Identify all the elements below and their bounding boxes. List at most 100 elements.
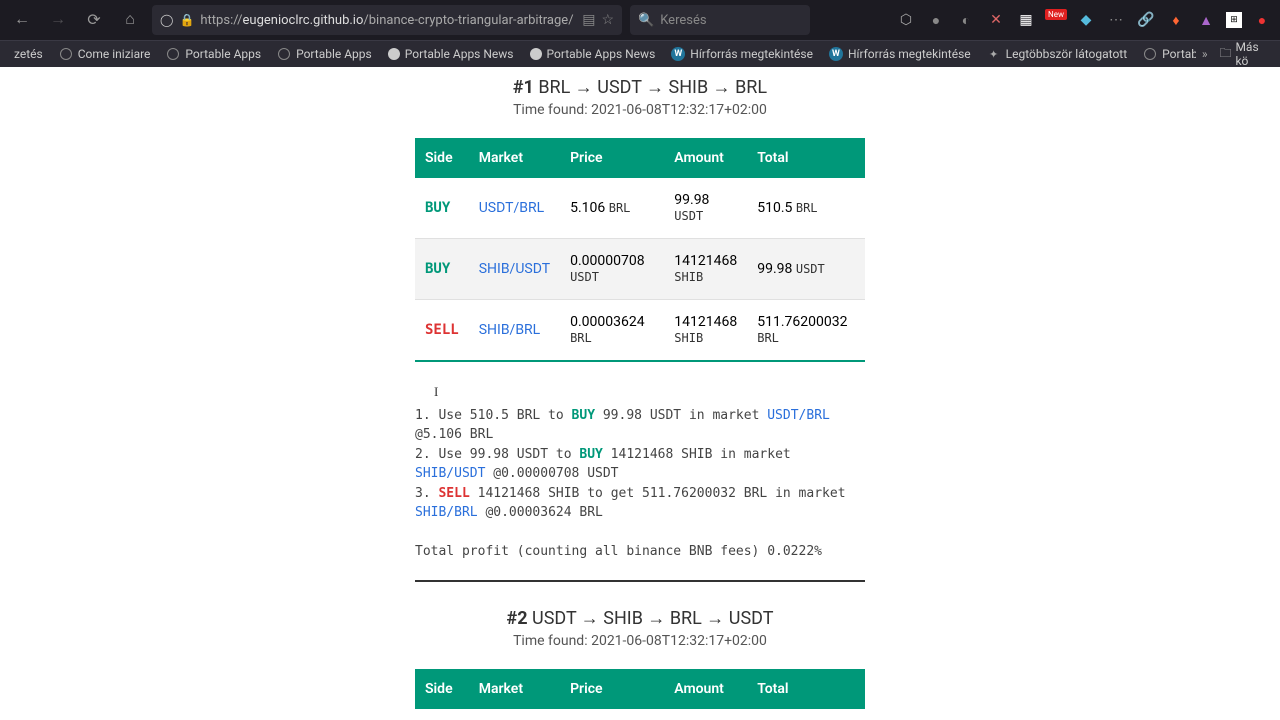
side-cell: BUY xyxy=(425,200,450,216)
ext-icon-7[interactable]: ⋯ xyxy=(1106,10,1126,30)
arb2-title: #2 USDT → SHIB → BRL → USDT xyxy=(415,608,865,629)
table-row: SELL SHIB/BRL 0.00003624 BRL14121468SHIB51… xyxy=(415,300,865,362)
arb1-steps: I 1. Use 510.5 BRL to BUY 99.98 USDT in … xyxy=(415,386,865,582)
market-cell[interactable]: USDT/BRL xyxy=(479,200,544,216)
bookmark-label: Legtöbbször látogatott xyxy=(1006,47,1128,61)
amount-cell: 99.98USDT xyxy=(664,178,747,239)
side-cell: SELL xyxy=(425,322,459,338)
bookmark-item[interactable]: W Hírforrás megtekintése xyxy=(821,47,979,61)
search-bar[interactable]: 🔍 Keresés xyxy=(630,5,810,35)
th-side: Side xyxy=(415,669,469,709)
profit-line: Total profit (counting all binance BNB f… xyxy=(415,542,865,562)
search-icon: 🔍 xyxy=(638,13,654,28)
ext-icon-12[interactable]: ● xyxy=(1252,10,1272,30)
bookmark-item[interactable]: ✦ Legtöbbször látogatott xyxy=(979,47,1136,61)
back-button[interactable]: ← xyxy=(8,6,36,34)
arb1-time: Time found: 2021-06-08T12:32:17+02:00 xyxy=(415,102,865,118)
ext-icon-6[interactable]: ◆ xyxy=(1076,10,1096,30)
bookmark-label: Hírforrás megtekintése xyxy=(690,47,813,61)
wordpress-icon: W xyxy=(829,47,843,61)
bookmark-label: Portable Apps xyxy=(296,47,372,61)
dot-icon xyxy=(530,48,542,60)
th-market: Market xyxy=(469,138,560,178)
shield-icon: ◯ xyxy=(160,13,173,27)
page-content: #1 BRL → USDT → SHIB → BRL Time found: 2… xyxy=(0,67,1280,720)
total-cell: 511.76200032 BRL xyxy=(747,300,865,362)
pocket-icon[interactable]: ⬡ xyxy=(896,10,916,30)
dot-icon xyxy=(388,48,400,60)
bookmark-label: Portable Apps News xyxy=(547,47,656,61)
ext-icon-11[interactable]: ⊞ xyxy=(1226,12,1242,28)
market-cell[interactable]: SHIB/BRL xyxy=(479,322,541,338)
table-row: BUYUSDT/BRL5.106 BRL99.98USDT510.5 BRL xyxy=(415,178,865,239)
bookmark-item[interactable]: Portable Apps xyxy=(1135,47,1196,61)
bookmark-item[interactable]: Portable Apps xyxy=(269,47,380,61)
ext-icon-4[interactable]: ▦ xyxy=(1016,10,1036,30)
price-cell: 0.00003624 BRL xyxy=(560,300,664,362)
th-side: Side xyxy=(415,138,469,178)
th-market: Market xyxy=(469,669,560,709)
bookmark-item[interactable]: Portable Apps xyxy=(158,47,269,61)
bookmark-item[interactable]: Come iniziare xyxy=(51,47,159,61)
ext-icon-9[interactable]: ♦ xyxy=(1166,10,1186,30)
ext-icon-2[interactable]: ◐ xyxy=(956,10,976,30)
arb1-title: #1 BRL → USDT → SHIB → BRL xyxy=(415,77,865,98)
total-cell: 99.98 USDT xyxy=(747,239,865,300)
globe-icon xyxy=(59,47,73,61)
home-button[interactable]: ⌂ xyxy=(116,6,144,34)
ext-icon-5[interactable]: New xyxy=(1046,10,1066,30)
toolbar-extensions: ⬡ ● ◐ ✕ ▦ New ◆ ⋯ 🔗 ♦ ▲ ⊞ ● xyxy=(818,10,1272,30)
arbitrage-block-1: #1 BRL → USDT → SHIB → BRL Time found: 2… xyxy=(415,77,865,362)
arb2-time: Time found: 2021-06-08T12:32:17+02:00 xyxy=(415,633,865,649)
th-price: Price xyxy=(560,138,664,178)
reload-button[interactable]: ⟳ xyxy=(80,6,108,34)
bookmark-item[interactable]: Portable Apps News xyxy=(522,47,664,61)
arbitrage-block-2: #2 USDT → SHIB → BRL → USDT Time found: … xyxy=(415,608,865,720)
market-cell[interactable]: SHIB/USDT xyxy=(479,261,550,277)
gear-icon: ✦ xyxy=(987,47,1001,61)
side-cell: BUY xyxy=(425,261,450,277)
step-1: 1. Use 510.5 BRL to BUY 99.98 USDT in ma… xyxy=(415,406,865,445)
globe-icon xyxy=(166,47,180,61)
table-row: BUY SHIB/USDT 0.00000708 USDT14121468SHIB9… xyxy=(415,239,865,300)
bookmark-label: Portable Apps News xyxy=(405,47,514,61)
bookmarks-folder[interactable]: 🗀 Más kö xyxy=(1213,40,1274,67)
globe-icon xyxy=(277,47,291,61)
bookmark-label: Portable Apps xyxy=(1162,47,1196,61)
price-cell: 0.00000708 USDT xyxy=(560,239,664,300)
ext-icon-3[interactable]: ✕ xyxy=(986,10,1006,30)
table-row: BUYSHIB/USDT0.00000708 USDT14124293SHIB1… xyxy=(415,709,865,720)
step-2: 2. Use 99.98 USDT to BUY 14121468 SHIB i… xyxy=(415,445,865,484)
wordpress-icon: W xyxy=(671,47,685,61)
th-amount: Amount xyxy=(664,138,747,178)
ext-icon-8[interactable]: 🔗 xyxy=(1136,10,1156,30)
bookmark-label: Hírforrás megtekintése xyxy=(848,47,971,61)
bookmark-label: zetés xyxy=(14,47,43,61)
globe-icon xyxy=(1143,47,1157,61)
th-amount: Amount xyxy=(664,669,747,709)
reader-icon[interactable]: ▤ xyxy=(582,12,595,28)
folder-label: Más kö xyxy=(1235,40,1268,67)
bookmark-item[interactable]: zetés xyxy=(6,47,51,61)
th-total: Total xyxy=(747,669,865,709)
url-bar[interactable]: ◯ 🔒 https://eugenioclrc.github.io/binanc… xyxy=(152,5,622,35)
step-3: 3. SELL 14121468 SHIB to get 511.7620003… xyxy=(415,484,865,523)
amount-cell: 14121468SHIB xyxy=(664,300,747,362)
th-total: Total xyxy=(747,138,865,178)
bookmark-label: Come iniziare xyxy=(78,47,151,61)
th-price: Price xyxy=(560,669,664,709)
ext-icon-10[interactable]: ▲ xyxy=(1196,10,1216,30)
amount-cell: 14121468SHIB xyxy=(664,239,747,300)
arb2-table: Side Market Price Amount Total BUYSHIB/U… xyxy=(415,669,865,720)
arb1-table: Side Market Price Amount Total BUY USDT/B… xyxy=(415,138,865,362)
price-cell: 0.00000708 USDT xyxy=(560,709,664,720)
bookmarks-overflow[interactable]: » xyxy=(1196,47,1214,61)
star-icon[interactable]: ☆ xyxy=(601,12,614,28)
forward-button[interactable]: → xyxy=(44,6,72,34)
amount-cell: 14124293SHIB xyxy=(664,709,747,720)
search-placeholder: Keresés xyxy=(660,13,706,28)
bookmark-item[interactable]: W Hírforrás megtekintése xyxy=(663,47,821,61)
total-cell: 510.5 BRL xyxy=(747,178,865,239)
bookmark-item[interactable]: Portable Apps News xyxy=(380,47,522,61)
ext-icon-1[interactable]: ● xyxy=(926,10,946,30)
